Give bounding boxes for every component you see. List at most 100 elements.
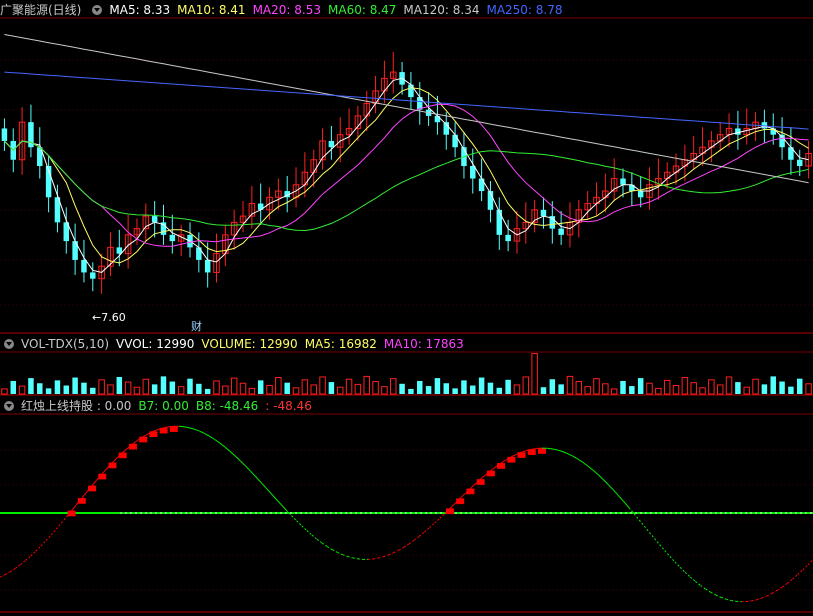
indicator-line: [408, 539, 415, 545]
volume-bar: [761, 384, 768, 394]
vvol-label: VVOL: 12990: [116, 337, 195, 351]
indicator-line: [101, 467, 108, 475]
indicator-line: [30, 550, 37, 557]
indicator-line: [393, 549, 400, 554]
volume-bar: [142, 378, 150, 395]
indicator-red-block: [169, 426, 178, 432]
indicator-red-block: [88, 485, 97, 492]
menu-icon[interactable]: [4, 339, 14, 349]
indicator-line: [163, 426, 169, 429]
indicator-line: [587, 465, 594, 471]
indicator-red-block: [139, 436, 148, 443]
volume-bar: [63, 385, 70, 394]
indicator-line: [60, 516, 67, 524]
indicator-line: [511, 453, 517, 458]
volume-bar: [239, 382, 247, 395]
volume-bar: [461, 380, 467, 394]
candle-body: [558, 228, 564, 235]
candle-body: [478, 178, 485, 192]
indicator-line: [684, 571, 691, 578]
indicator-line: [132, 439, 139, 445]
indicator-line: [434, 517, 441, 524]
indicator-line: [398, 546, 405, 551]
indicator-line: [342, 554, 348, 557]
ma250-label: MA250: 8.78: [486, 3, 563, 17]
indicator-line: [700, 585, 706, 590]
indicator-line: [71, 504, 78, 511]
volume-bar: [133, 386, 141, 395]
indicator-line: [597, 474, 604, 481]
indicator-line: [572, 455, 579, 460]
volume-bar: [629, 386, 635, 394]
indicator-line: [557, 449, 563, 452]
ma120-label: MA120: 8.34: [403, 3, 480, 17]
indicator-line: [648, 532, 655, 539]
indicator-red-block: [476, 479, 485, 485]
indicator-line: [715, 594, 722, 598]
volume-bar: [646, 382, 653, 395]
volume-bar: [531, 353, 538, 395]
indicator-red-block: [98, 473, 107, 480]
menu-icon[interactable]: [92, 5, 103, 15]
candle-body: [496, 209, 503, 235]
volume-bar: [540, 387, 547, 394]
menu-icon[interactable]: [4, 401, 14, 411]
ma-line: [4, 34, 809, 184]
volume-bar: [452, 388, 458, 394]
finance-mark[interactable]: 财: [191, 318, 202, 334]
indicator-red-block: [149, 431, 158, 437]
indicator-red-block: [486, 470, 495, 477]
volume-bar: [725, 376, 733, 395]
indicator-line: [326, 546, 333, 551]
volume-bar: [699, 387, 706, 395]
indicator-line: [766, 592, 773, 597]
indicator-line: [321, 542, 328, 547]
indicator-line: [40, 540, 47, 547]
volume-bar: [319, 376, 326, 395]
volume-bar: [672, 385, 680, 395]
indicator-line: [35, 545, 42, 552]
indicator-line: [378, 556, 384, 559]
value-label: : -48.46: [265, 399, 312, 413]
vol-title: VOL-TDX(5,10): [21, 337, 110, 351]
indicator-line: [204, 433, 210, 437]
price-panel-header: 广聚能源(日线) MA5: 8.33 MA10: 8.41 MA20: 8.53 MA6…: [0, 1, 570, 19]
indicator-line: [633, 513, 640, 521]
indicator-line: [674, 561, 681, 568]
indicator-line: [4, 571, 11, 576]
volume-bar: [345, 378, 353, 395]
candle-body: [1, 128, 8, 141]
volume-bar: [292, 387, 300, 395]
volume-bar: [434, 378, 441, 394]
indicator-panel-header: 红烛上线持股 : 0.00 B7: 0.00 B8: -48.46: -48.46: [0, 397, 319, 415]
volume-bar: [620, 380, 626, 394]
ma60-label: MA60: 8.47: [328, 3, 397, 17]
indicator-line: [731, 600, 737, 602]
volume-bar: [522, 376, 530, 395]
indicator-line: [250, 470, 257, 477]
volume-bar: [797, 378, 803, 394]
indicator-red-block: [527, 449, 536, 455]
indicator-line: [720, 596, 727, 600]
indicator-line: [577, 458, 584, 463]
indicator-line: [413, 535, 420, 541]
indicator-line: [183, 426, 190, 429]
indicator-line: [771, 589, 778, 594]
volume-bar: [779, 381, 785, 394]
indicator-line: [245, 465, 251, 472]
indicator-line: [296, 520, 303, 527]
indicator-line: [122, 447, 129, 453]
indicator-line: [229, 451, 236, 457]
candle-body: [505, 234, 511, 242]
indicator-line: [214, 439, 221, 444]
indicator-red-block: [159, 427, 168, 434]
indicator-line: [239, 460, 246, 467]
indicator-line: [418, 531, 425, 537]
candle-body: [452, 134, 458, 148]
indicator-line: [689, 576, 696, 582]
indicator-line: [725, 598, 732, 601]
indicator-line: [782, 582, 788, 588]
volume-bar: [470, 385, 476, 394]
volume-bar: [708, 379, 715, 395]
volume-bar: [752, 378, 759, 395]
